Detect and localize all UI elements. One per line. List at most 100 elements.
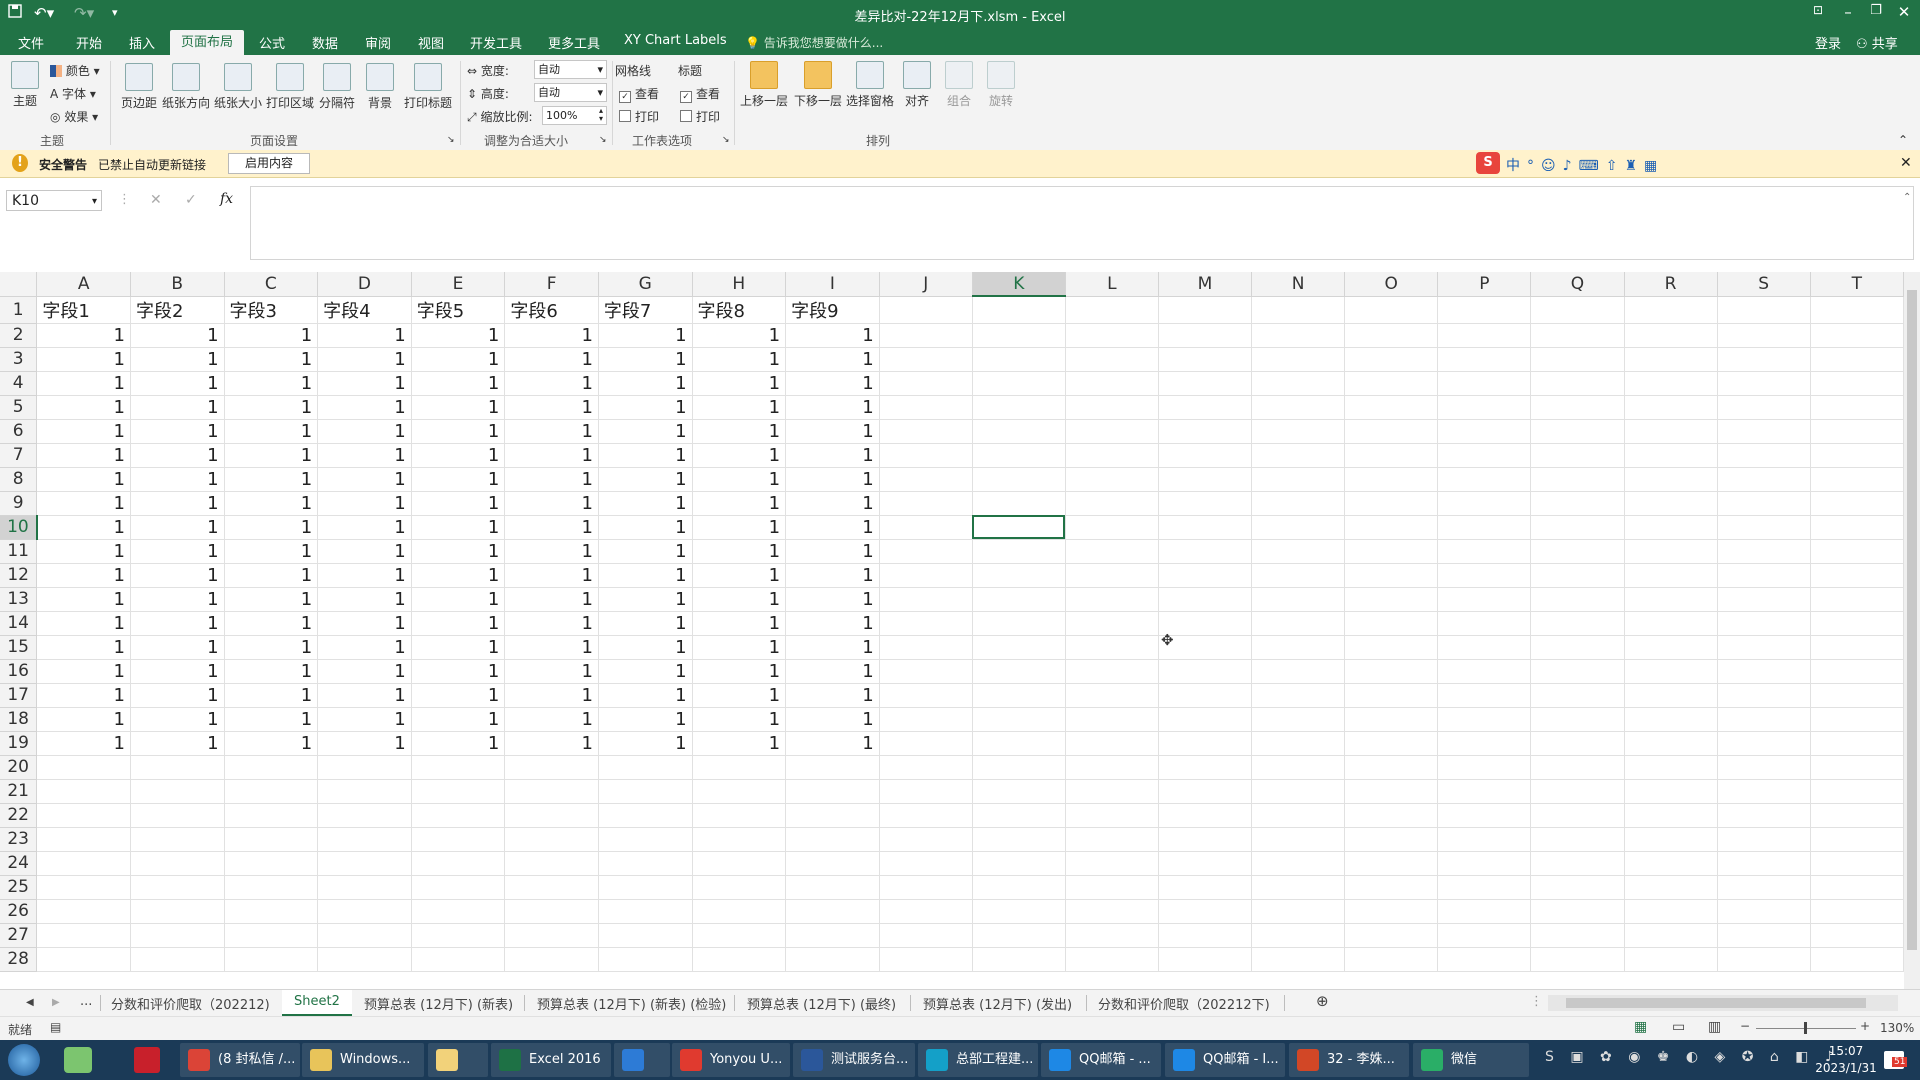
column-header-e[interactable]: E (411, 272, 506, 297)
effects-button[interactable]: ◎ 效果 ▾ (50, 108, 98, 125)
cell[interactable]: 1 (504, 659, 599, 684)
cell[interactable] (879, 683, 973, 708)
cell[interactable] (972, 323, 1066, 348)
cell[interactable] (1344, 611, 1439, 636)
cell[interactable] (1717, 659, 1811, 684)
cell[interactable]: 1 (504, 515, 599, 540)
taskbar-item[interactable]: 测试服务台... (793, 1043, 915, 1077)
row-header[interactable]: 20 (0, 755, 38, 780)
cell[interactable]: 1 (36, 323, 131, 348)
cell[interactable] (1810, 707, 1904, 732)
cell[interactable] (1717, 296, 1811, 324)
cell[interactable] (1810, 467, 1904, 492)
cell[interactable]: 1 (598, 347, 693, 372)
cell[interactable] (1344, 539, 1439, 564)
cell[interactable]: 1 (411, 395, 506, 420)
cell[interactable] (972, 923, 1066, 948)
cell[interactable] (972, 755, 1066, 780)
cell[interactable] (1251, 635, 1346, 660)
cell[interactable] (1717, 803, 1811, 828)
cell[interactable] (1810, 539, 1904, 564)
cell[interactable]: 1 (130, 491, 225, 516)
row-header[interactable]: 15 (0, 635, 38, 660)
cell[interactable] (1065, 539, 1159, 564)
cell[interactable]: 1 (317, 515, 412, 540)
cell[interactable] (692, 827, 787, 852)
cell[interactable] (36, 947, 131, 972)
vertical-scroll-thumb[interactable] (1907, 290, 1917, 950)
cell[interactable] (1437, 659, 1532, 684)
cell[interactable] (1530, 899, 1625, 924)
cell[interactable] (1530, 683, 1625, 708)
cell[interactable]: 1 (785, 659, 880, 684)
cell[interactable] (1344, 347, 1439, 372)
sogou-ime-icon[interactable]: S (1476, 152, 1500, 174)
cell[interactable] (411, 803, 506, 828)
cell[interactable] (1251, 659, 1346, 684)
cell[interactable]: 1 (317, 443, 412, 468)
cell[interactable] (1530, 707, 1625, 732)
cell[interactable]: 1 (130, 515, 225, 540)
enable-content-button[interactable]: 启用内容 (228, 153, 310, 174)
cell[interactable]: 1 (504, 419, 599, 444)
cell[interactable] (1158, 755, 1253, 780)
cell[interactable]: 1 (411, 371, 506, 396)
group-button[interactable]: 组合 (940, 61, 978, 109)
cell[interactable]: 1 (692, 419, 787, 444)
cell[interactable]: 1 (36, 371, 131, 396)
colors-button[interactable]: 颜色 ▾ (50, 62, 100, 79)
page-layout-view-icon[interactable]: ▭ (1672, 1019, 1685, 1035)
cell[interactable] (1344, 947, 1439, 972)
cell[interactable]: 1 (598, 611, 693, 636)
cell[interactable]: 1 (785, 683, 880, 708)
cell[interactable] (1437, 851, 1532, 876)
cell[interactable] (1158, 659, 1253, 684)
cell[interactable]: 1 (130, 659, 225, 684)
more-sheets-button[interactable]: ... (80, 994, 92, 1009)
cell[interactable] (1717, 947, 1811, 972)
cell[interactable] (317, 875, 412, 900)
cell[interactable] (504, 755, 599, 780)
cell[interactable] (1344, 899, 1439, 924)
cell[interactable] (224, 779, 319, 804)
cell[interactable]: 1 (317, 395, 412, 420)
cell[interactable] (879, 419, 973, 444)
cell[interactable] (1624, 803, 1718, 828)
cell[interactable] (1344, 296, 1439, 324)
cell[interactable] (1717, 635, 1811, 660)
horizontal-scrollbar[interactable] (1548, 995, 1898, 1011)
cell[interactable] (879, 659, 973, 684)
cell[interactable] (1810, 755, 1904, 780)
cell[interactable] (1158, 803, 1253, 828)
cell[interactable] (1065, 755, 1159, 780)
cell[interactable] (504, 851, 599, 876)
cell[interactable]: 1 (411, 323, 506, 348)
cell[interactable] (1437, 635, 1532, 660)
cell[interactable] (1344, 635, 1439, 660)
row-header[interactable]: 26 (0, 899, 38, 924)
cell[interactable] (972, 296, 1066, 324)
column-header-m[interactable]: M (1158, 272, 1253, 297)
cell[interactable] (1437, 443, 1532, 468)
zoom-level[interactable]: 130% (1880, 1021, 1914, 1035)
column-header-a[interactable]: A (36, 272, 131, 297)
cell[interactable] (1810, 683, 1904, 708)
cell[interactable]: 1 (36, 707, 131, 732)
cell[interactable]: 1 (692, 443, 787, 468)
zoom-in-icon[interactable]: + (1860, 1019, 1870, 1033)
row-header[interactable]: 16 (0, 659, 38, 684)
cell[interactable] (785, 779, 880, 804)
cell[interactable]: 1 (504, 707, 599, 732)
cell[interactable]: 1 (317, 467, 412, 492)
cell[interactable] (1251, 563, 1346, 588)
cell[interactable] (36, 803, 131, 828)
cell[interactable] (504, 899, 599, 924)
cell[interactable] (972, 683, 1066, 708)
cell[interactable]: 1 (36, 347, 131, 372)
cell[interactable] (1624, 659, 1718, 684)
cell[interactable] (130, 851, 225, 876)
row-header[interactable]: 8 (0, 467, 38, 492)
worksheet-table[interactable]: ABCDEFGHIJKLMNOPQRST 1 字段1 字段2 字段3 字段4 字段5 字段6… (0, 272, 1904, 972)
cell[interactable] (1624, 443, 1718, 468)
taskbar-item[interactable]: 微信 (1413, 1043, 1529, 1077)
